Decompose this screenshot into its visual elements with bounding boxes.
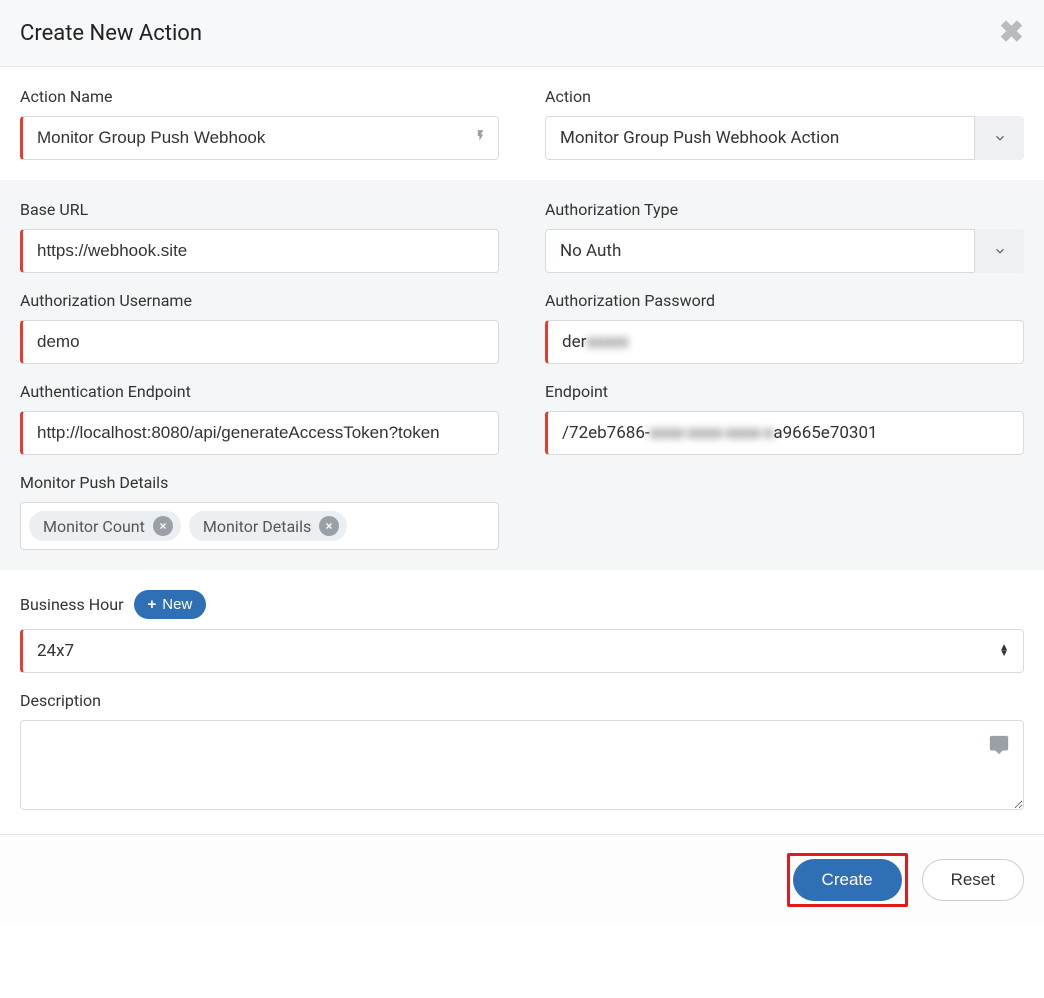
sort-icon: ▲▼	[999, 645, 1009, 657]
auth-password-input[interactable]: derxxxxx	[545, 320, 1024, 364]
section-schedule: Business Hour + New 24x7 ▲▼ Description	[0, 570, 1044, 834]
create-button[interactable]: Create	[793, 859, 902, 901]
auth-username-label: Authorization Username	[20, 291, 499, 310]
monitor-push-details-label: Monitor Push Details	[20, 473, 499, 492]
action-name-input[interactable]	[20, 116, 499, 160]
remove-tag-icon[interactable]	[319, 516, 339, 536]
business-hour-value: 24x7	[37, 641, 74, 661]
close-icon[interactable]: ✖	[999, 18, 1024, 48]
new-business-hour-button[interactable]: + New	[134, 590, 207, 619]
auth-type-value: No Auth	[560, 241, 621, 261]
auth-type-select[interactable]: No Auth	[545, 229, 1024, 273]
description-label: Description	[20, 691, 1024, 710]
modal-footer: Create Reset	[0, 834, 1044, 925]
section-connection: Base URL Authorization Username Authenti…	[0, 180, 1044, 570]
monitor-push-details-input[interactable]: Monitor Count Monitor Details	[20, 502, 499, 550]
remove-tag-icon[interactable]	[153, 516, 173, 536]
auth-endpoint-label: Authentication Endpoint	[20, 382, 499, 401]
endpoint-prefix: /72eb7686-	[562, 423, 650, 443]
auth-username-input[interactable]	[20, 320, 499, 364]
modal-header: Create New Action ✖	[0, 0, 1044, 67]
base-url-label: Base URL	[20, 200, 499, 219]
base-url-input[interactable]	[20, 229, 499, 273]
tag-monitor-count: Monitor Count	[29, 511, 181, 541]
bolt-icon	[474, 126, 487, 151]
endpoint-label: Endpoint	[545, 382, 1024, 401]
plus-icon: +	[148, 596, 157, 613]
chevron-down-icon	[993, 131, 1007, 145]
chevron-down-icon	[993, 244, 1007, 258]
auth-password-label: Authorization Password	[545, 291, 1024, 310]
modal-title: Create New Action	[20, 21, 202, 46]
auth-type-label: Authorization Type	[545, 200, 1024, 219]
create-action-modal: Create New Action ✖ Action Name Action M…	[0, 0, 1044, 925]
business-hour-label: Business Hour + New	[20, 590, 1024, 619]
auth-type-dropdown-button[interactable]	[974, 229, 1024, 273]
endpoint-input[interactable]: /72eb7686-xxxx-xxxx-xxxx-xa9665e70301	[545, 411, 1024, 455]
auth-password-masked-part: xxxxx	[586, 332, 628, 352]
action-type-dropdown-button[interactable]	[974, 116, 1024, 160]
section-basic: Action Name Action Monitor Group Push We…	[0, 67, 1044, 180]
business-hour-select[interactable]: 24x7 ▲▼	[20, 629, 1024, 673]
business-hour-label-text: Business Hour	[20, 595, 124, 614]
reset-button[interactable]: Reset	[922, 859, 1024, 901]
endpoint-suffix: a9665e70301	[773, 423, 877, 443]
action-type-select[interactable]: Monitor Group Push Webhook Action	[545, 116, 1024, 160]
tag-monitor-details: Monitor Details	[189, 511, 347, 541]
new-button-label: New	[162, 596, 192, 613]
speech-bubble-icon	[988, 734, 1010, 760]
tag-label: Monitor Count	[43, 517, 145, 536]
endpoint-masked: xxxx-xxxx-xxxx-x	[650, 423, 774, 443]
action-type-value: Monitor Group Push Webhook Action	[560, 128, 839, 148]
action-name-label: Action Name	[20, 87, 499, 106]
auth-endpoint-input[interactable]	[20, 411, 499, 455]
create-button-highlight: Create	[787, 853, 908, 907]
description-textarea[interactable]	[20, 720, 1024, 810]
action-type-label: Action	[545, 87, 1024, 106]
auth-password-visible-part: der	[562, 332, 586, 352]
tag-label: Monitor Details	[203, 517, 311, 536]
